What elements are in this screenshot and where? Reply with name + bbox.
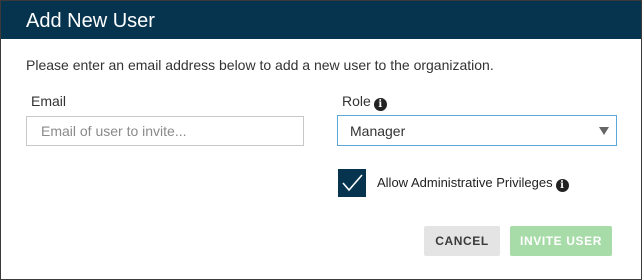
caret-down-icon [599,127,609,135]
email-label: Email [31,93,67,109]
role-select-value: Manager [350,123,406,139]
dialog-instructions: Please enter an email address below to a… [26,57,494,73]
admin-privileges-label: Allow Administrative Privileges i [377,175,569,192]
email-input[interactable] [26,116,304,146]
admin-info-icon[interactable]: i [555,179,569,192]
dialog-title: Add New User [26,10,155,32]
cancel-button[interactable]: CANCEL [424,226,500,256]
add-user-dialog: Add New User Please enter an email addre… [0,0,642,280]
role-label: Role i [342,93,387,111]
checkmark-icon [342,174,363,192]
role-select[interactable]: Manager [337,115,617,146]
admin-privileges-text: Allow Administrative Privileges [377,175,553,190]
role-info-icon[interactable]: i [373,98,387,111]
dialog-header: Add New User [1,1,641,39]
role-label-text: Role [342,93,371,109]
admin-privileges-checkbox[interactable] [338,169,366,197]
invite-user-button[interactable]: INVITE USER [510,226,612,256]
